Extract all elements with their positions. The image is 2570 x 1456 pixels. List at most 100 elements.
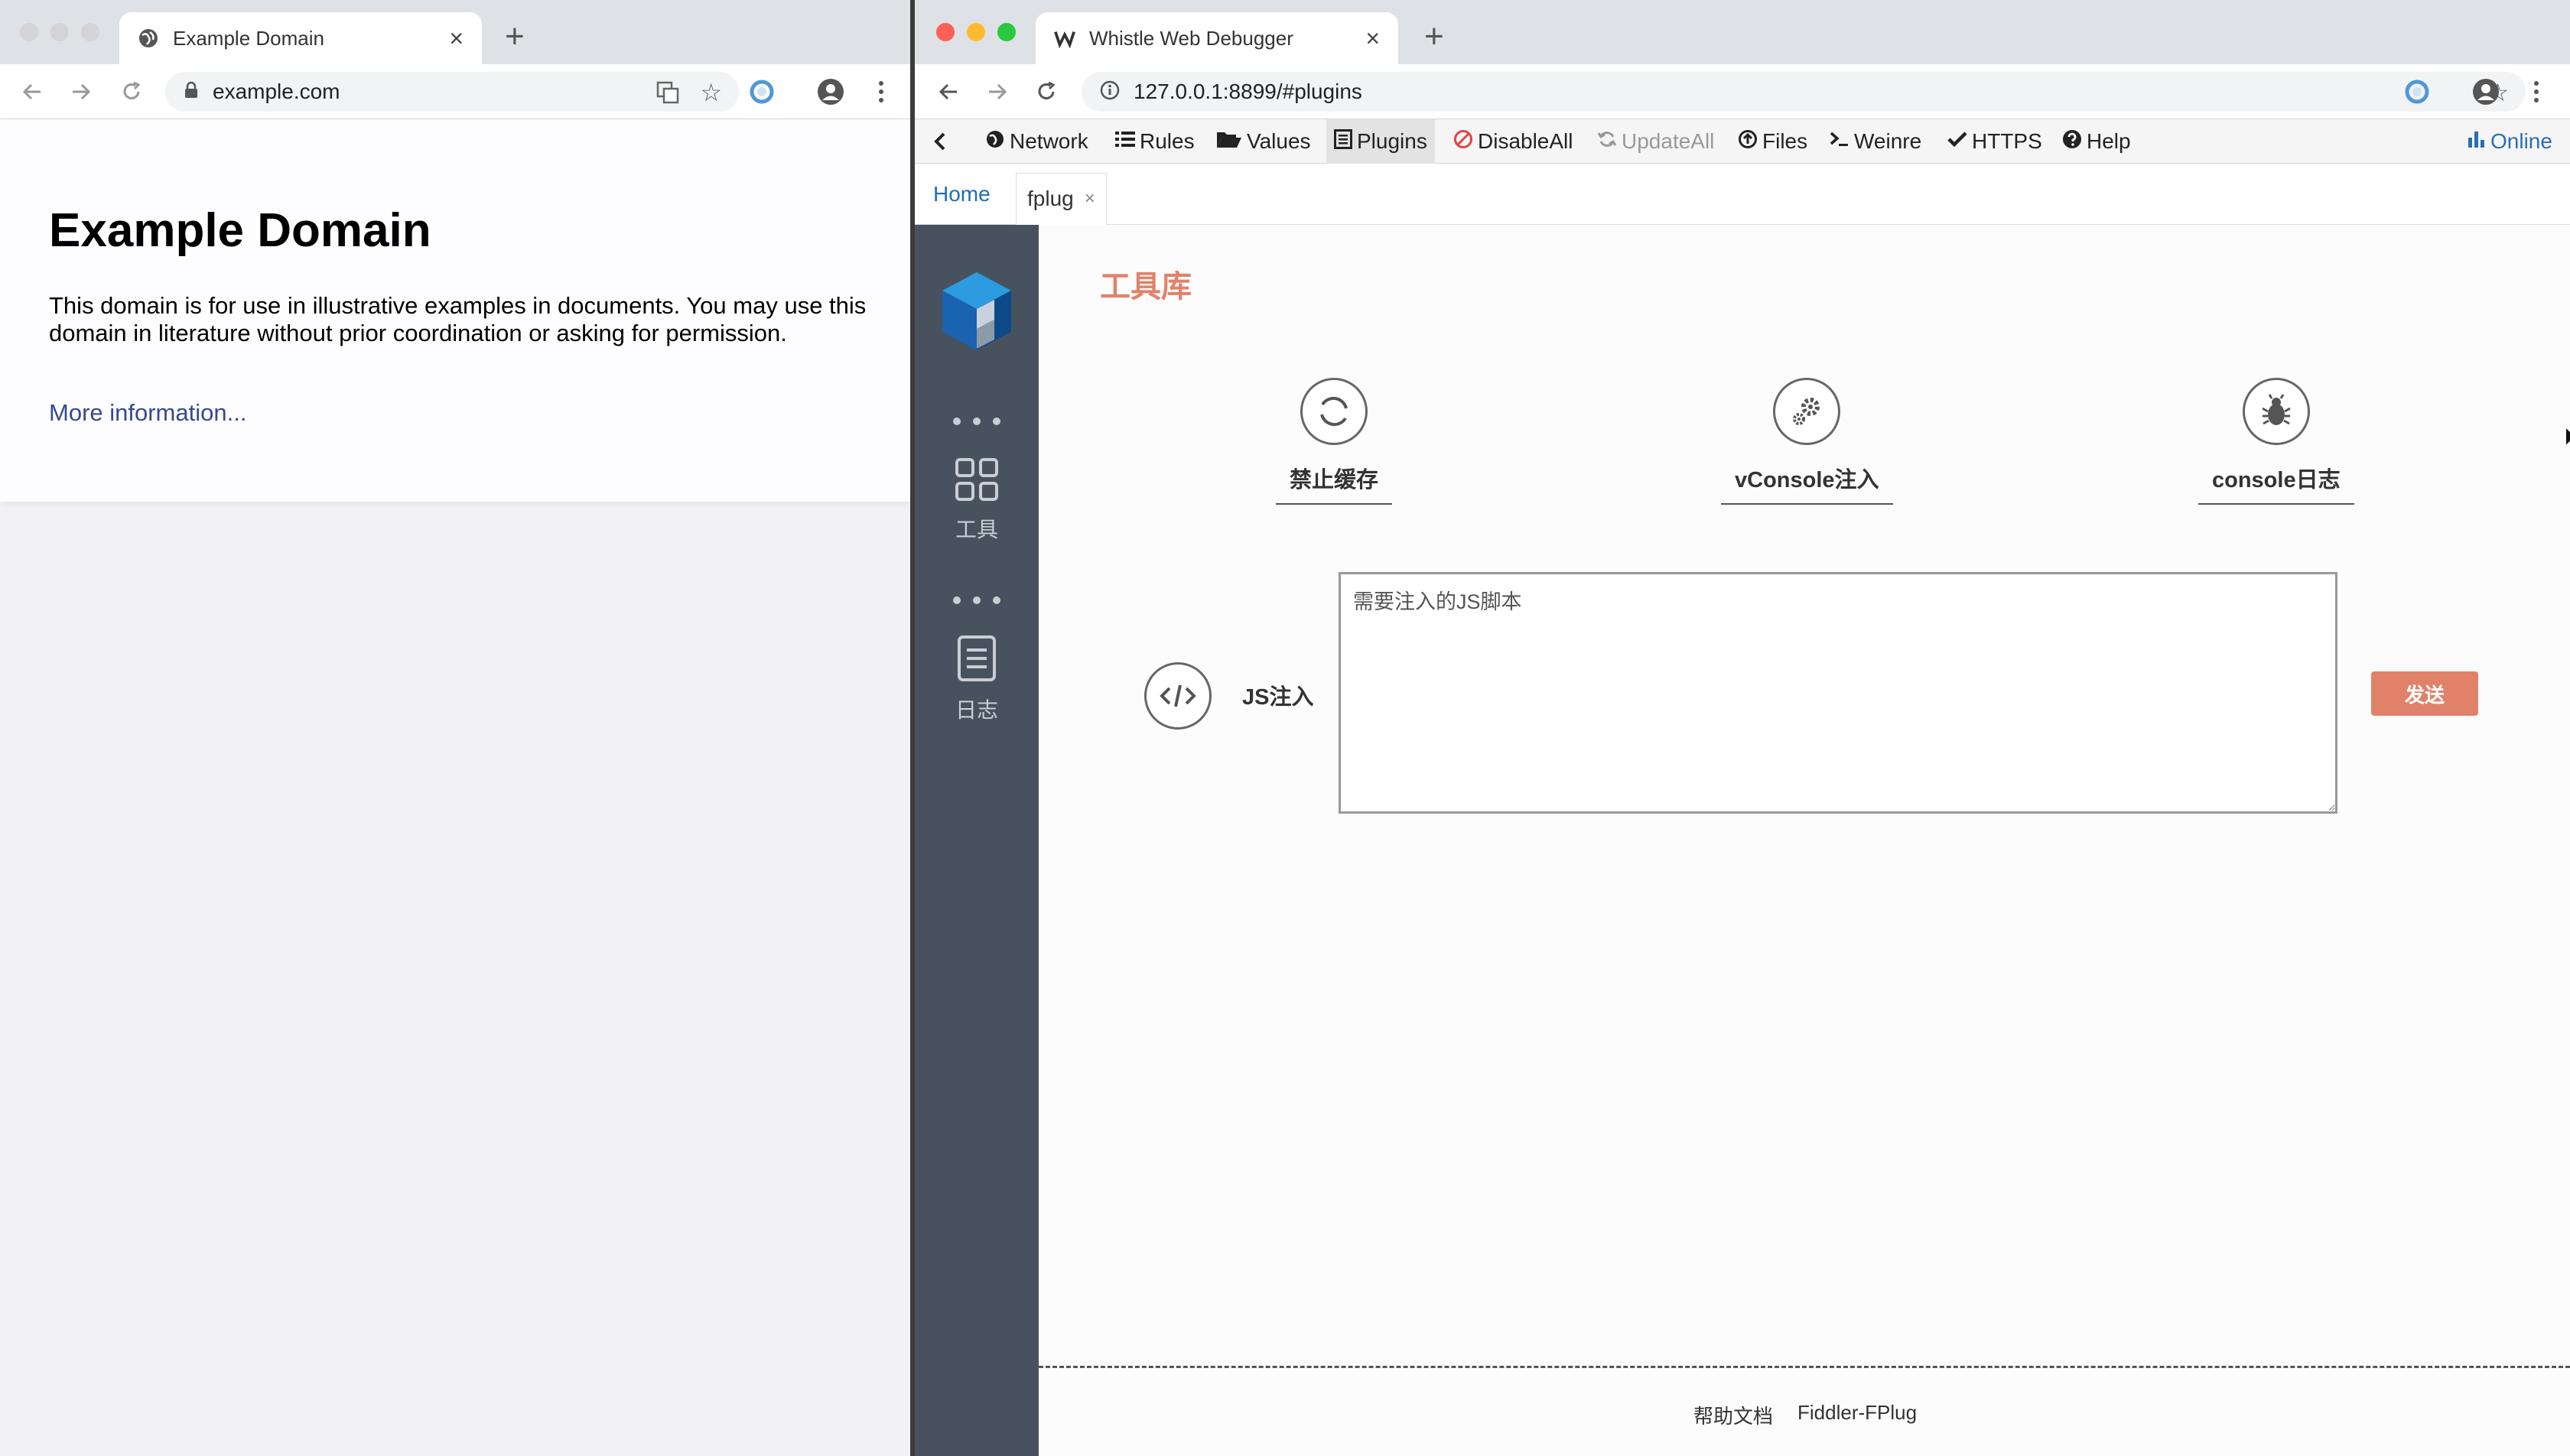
- chevron-left-icon: [934, 132, 945, 151]
- info-icon: [1100, 80, 1120, 104]
- tool-console-log[interactable]: console日志: [2198, 378, 2354, 505]
- browser-menu-icon[interactable]: [2523, 78, 2550, 106]
- minimize-window-button[interactable]: [967, 23, 985, 41]
- tab-home[interactable]: Home: [933, 182, 991, 206]
- right-tab-strip: Whistle Web Debugger × +: [915, 0, 2570, 64]
- right-tab-title: Whistle Web Debugger: [1089, 26, 1293, 50]
- check-icon: [1947, 130, 1967, 154]
- fiddler-fplug-link[interactable]: Fiddler-FPlug: [1797, 1401, 1917, 1425]
- menu-weinre[interactable]: Weinre: [1830, 119, 1921, 164]
- extension-icon[interactable]: [2403, 78, 2431, 106]
- menu-plugins[interactable]: Plugins: [1326, 119, 1435, 164]
- bar-chart-icon: [2468, 130, 2486, 154]
- close-tab-icon[interactable]: ×: [449, 24, 464, 53]
- left-tab-title: Example Domain: [173, 26, 324, 50]
- whistle-menu-bar: Network Rules Values Plugins DisableAll: [915, 119, 2570, 164]
- left-browser-tab[interactable]: Example Domain ×: [119, 12, 482, 64]
- js-inject-label: JS注入: [1242, 685, 1314, 710]
- mouse-cursor-icon: [2564, 424, 2570, 457]
- gears-icon: [1773, 378, 1841, 445]
- reload-icon[interactable]: [115, 75, 148, 109]
- zoom-window-button[interactable]: [81, 23, 99, 41]
- menu-network[interactable]: Network: [985, 119, 1088, 164]
- send-button[interactable]: 发送: [2371, 671, 2478, 716]
- zoom-window-button[interactable]: [997, 23, 1016, 41]
- back-arrow-icon[interactable]: [932, 75, 965, 109]
- tool-label: console日志: [2198, 462, 2354, 505]
- left-address-bar[interactable]: example.com ☆: [165, 72, 739, 112]
- translate-icon[interactable]: [656, 81, 679, 108]
- page-paragraph: This domain is for use in illustrative e…: [49, 292, 867, 346]
- forward-arrow-icon[interactable]: [981, 75, 1014, 109]
- close-window-button[interactable]: [936, 23, 955, 41]
- footer-divider: [1039, 1366, 2570, 1368]
- terminal-icon: [1830, 130, 1849, 154]
- left-tab-strip: Example Domain × +: [0, 0, 915, 64]
- menu-help[interactable]: Help: [2062, 119, 2131, 164]
- refresh-icon: [1300, 378, 1368, 445]
- globe-icon: [985, 129, 1005, 154]
- help-docs-link[interactable]: 帮助文档: [1693, 1401, 1773, 1429]
- list-icon: [1115, 130, 1135, 154]
- page-title: 工具库: [1100, 270, 1192, 304]
- folder-open-icon: [1216, 129, 1242, 154]
- document-icon: [957, 635, 997, 686]
- minimize-window-button[interactable]: [50, 23, 69, 41]
- tab-fplug[interactable]: fplug ×: [1016, 173, 1107, 225]
- close-tab-icon[interactable]: ×: [1085, 188, 1095, 210]
- profile-avatar-icon[interactable]: [817, 78, 844, 106]
- lock-icon: [184, 81, 199, 103]
- left-browser-window: Example Domain × + example.com ☆ Example…: [0, 0, 915, 1456]
- right-toolbar: 127.0.0.1:8899/#plugins ☆: [915, 64, 2570, 119]
- grid-icon: [955, 457, 999, 505]
- more-dots-icon: [953, 596, 1000, 604]
- browser-menu-icon[interactable]: [867, 78, 895, 106]
- back-arrow-icon[interactable]: [15, 75, 49, 109]
- right-address-bar[interactable]: 127.0.0.1:8899/#plugins ☆: [1082, 72, 2526, 112]
- close-tab-icon[interactable]: ×: [1365, 24, 1380, 53]
- menu-files[interactable]: Files: [1738, 119, 1807, 164]
- right-window-controls: [936, 23, 1016, 41]
- whistle-tabs: Home fplug ×: [915, 164, 2570, 225]
- tool-vconsole-inject[interactable]: vConsole注入: [1721, 378, 1893, 505]
- code-icon: [1144, 662, 1212, 730]
- example-page: Example Domain This domain is for use in…: [0, 119, 910, 502]
- page-heading: Example Domain: [49, 204, 431, 257]
- right-browser-tab[interactable]: Whistle Web Debugger ×: [1036, 12, 1398, 64]
- tool-disable-cache[interactable]: 禁止缓存: [1276, 378, 1393, 505]
- ban-icon: [1453, 129, 1473, 154]
- plugin-list-icon: [1334, 128, 1352, 154]
- question-circle-icon: [2062, 129, 2082, 154]
- sidebar-item-label: 日志: [955, 698, 998, 722]
- right-url-text: 127.0.0.1:8899/#plugins: [1134, 80, 1362, 103]
- whistle-logo-icon: [1054, 28, 1075, 49]
- plugin-sidebar: 工具 日志: [915, 225, 1039, 1456]
- sidebar-item-logs[interactable]: 日志: [915, 635, 1039, 724]
- new-tab-button[interactable]: +: [1424, 17, 1444, 57]
- cube-logo-icon: [941, 271, 1013, 352]
- menu-values[interactable]: Values: [1216, 119, 1311, 164]
- more-dots-icon: [953, 418, 1000, 425]
- refresh-icon: [1597, 129, 1617, 154]
- forward-arrow-icon[interactable]: [64, 75, 98, 109]
- more-information-link[interactable]: More information...: [49, 399, 246, 427]
- bookmark-star-icon[interactable]: ☆: [700, 78, 722, 107]
- extension-icon[interactable]: [748, 78, 776, 106]
- menu-collapse-button[interactable]: [932, 119, 948, 164]
- js-script-input[interactable]: [1339, 572, 2337, 814]
- left-url-text: example.com: [213, 80, 340, 103]
- tab-fplug-label: fplug: [1027, 187, 1074, 210]
- menu-disable-all[interactable]: DisableAll: [1453, 119, 1573, 164]
- menu-update-all[interactable]: UpdateAll: [1597, 119, 1714, 164]
- menu-https[interactable]: HTTPS: [1947, 119, 2042, 164]
- globe-icon: [138, 28, 159, 49]
- close-window-button[interactable]: [20, 23, 38, 41]
- sidebar-item-tools[interactable]: 工具: [915, 457, 1039, 544]
- new-tab-button[interactable]: +: [505, 17, 525, 57]
- menu-rules[interactable]: Rules: [1115, 119, 1195, 164]
- tool-label: vConsole注入: [1721, 462, 1893, 505]
- menu-online[interactable]: Online: [2468, 119, 2552, 164]
- profile-avatar-icon[interactable]: [2472, 78, 2500, 106]
- reload-icon[interactable]: [1030, 75, 1063, 109]
- left-toolbar: example.com ☆: [0, 64, 915, 119]
